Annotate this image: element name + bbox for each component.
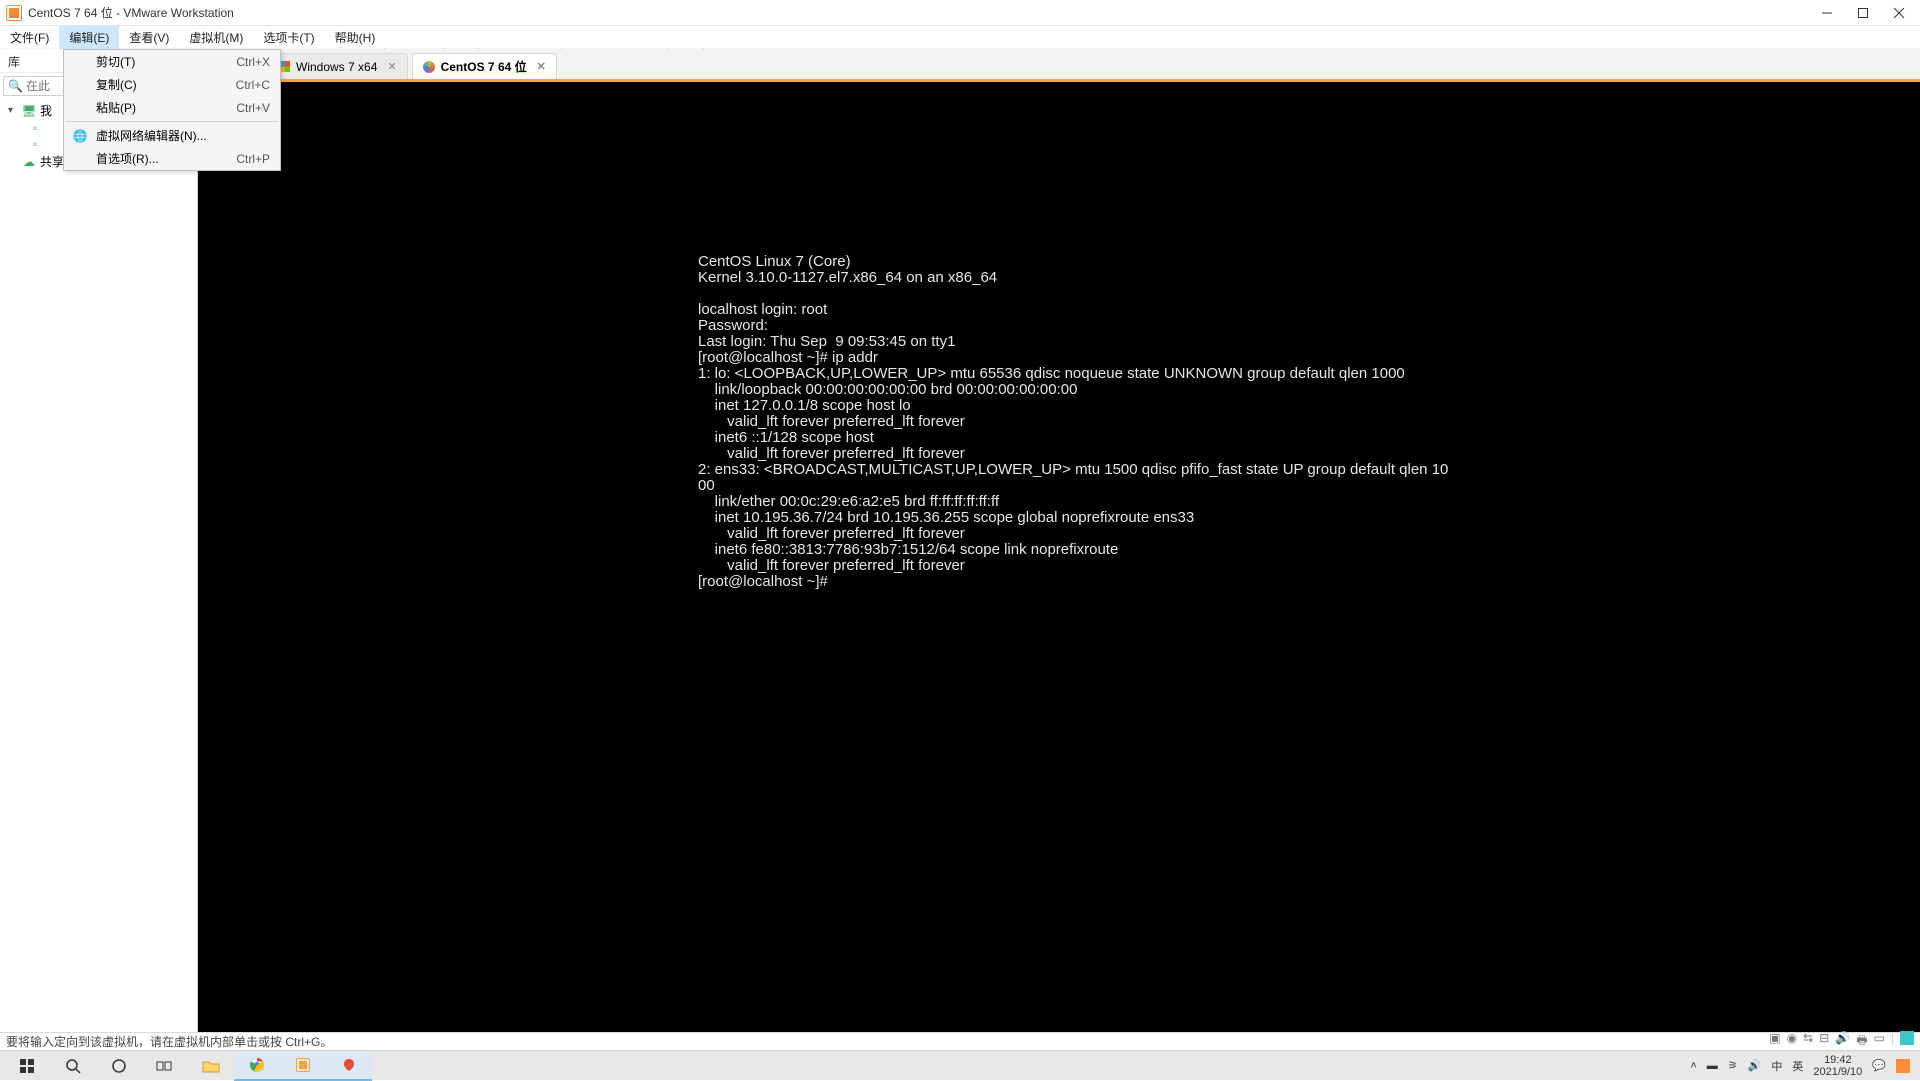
vm-tabstrip: Windows 7 x64 ✕ CentOS 7 64 位 ✕	[198, 49, 1920, 82]
menu-vm[interactable]: 虚拟机(M)	[179, 26, 253, 49]
window-title: CentOS 7 64 位 - VMware Workstation	[28, 4, 234, 21]
tab-centos[interactable]: CentOS 7 64 位 ✕	[412, 53, 557, 79]
tree-collapse-icon: ▾	[8, 105, 18, 116]
menu-item-vnet-editor[interactable]: 🌐 虚拟网络编辑器(N)...	[64, 124, 280, 147]
window-titlebar: CentOS 7 64 位 - VMware Workstation	[0, 0, 1920, 26]
content-area: Windows 7 x64 ✕ CentOS 7 64 位 ✕ CentOS L…	[198, 49, 1920, 1032]
window-minimize-button[interactable]	[1820, 6, 1834, 20]
tray-time: 19:42	[1813, 1054, 1862, 1066]
menu-item-copy[interactable]: 复制(C) Ctrl+C	[64, 73, 280, 96]
tray-ime-zh[interactable]: 中	[1771, 1058, 1782, 1074]
tab-centos-label: CentOS 7 64 位	[441, 58, 527, 75]
centos-logo-icon	[423, 61, 435, 73]
menu-item-paste-shortcut: Ctrl+V	[236, 101, 270, 115]
menu-item-copy-shortcut: Ctrl+C	[236, 78, 270, 92]
menu-item-paste-label: 粘贴(P)	[96, 99, 136, 116]
taskbar-explorer-button[interactable]	[188, 1051, 234, 1081]
system-tray: ˄ ▬ ⚞ 🔊 中 英 19:42 2021/9/10 💬	[1690, 1054, 1916, 1078]
menu-item-copy-label: 复制(C)	[96, 76, 137, 93]
vm-icon: ▫	[28, 121, 42, 135]
menu-item-vnet-label: 虚拟网络编辑器(N)...	[96, 127, 207, 144]
tree-root-label: 我	[40, 102, 52, 119]
tray-clock[interactable]: 19:42 2021/9/10	[1813, 1054, 1862, 1078]
menu-item-paste[interactable]: 粘贴(P) Ctrl+V	[64, 96, 280, 119]
statusbar-separator: |	[1891, 1031, 1894, 1052]
menu-item-cut-shortcut: Ctrl+X	[236, 55, 270, 69]
taskbar-search-button[interactable]	[50, 1051, 96, 1081]
menu-edit[interactable]: 编辑(E)	[59, 26, 119, 49]
tab-windows7[interactable]: Windows 7 x64 ✕	[268, 53, 408, 79]
tray-date: 2021/9/10	[1813, 1066, 1862, 1078]
menu-separator	[66, 121, 278, 122]
device-cd-icon[interactable]: ◉	[1787, 1031, 1797, 1052]
sidebar: 库 🔍 ▾ 🖥 我 ▫ ▫ ☁ 共享的虚拟机	[0, 49, 198, 1032]
menu-item-preferences[interactable]: 首选项(R)... Ctrl+P	[64, 147, 280, 170]
menu-file[interactable]: 文件(F)	[0, 26, 59, 49]
vm-status-indicator[interactable]	[1900, 1031, 1914, 1045]
tray-volume-icon[interactable]: 🔊	[1748, 1059, 1762, 1072]
task-view-button[interactable]	[142, 1051, 188, 1081]
device-display-icon[interactable]: ▭	[1874, 1031, 1885, 1052]
statusbar-text: 要将输入定向到该虚拟机，请在虚拟机内部单击或按 Ctrl+G。	[6, 1033, 332, 1050]
taskbar-vmware-button[interactable]	[280, 1051, 326, 1081]
tray-battery-icon[interactable]: ▬	[1707, 1060, 1718, 1072]
menu-item-prefs-shortcut: Ctrl+P	[236, 152, 270, 166]
edit-menu-dropdown: 剪切(T) Ctrl+X 复制(C) Ctrl+C 粘贴(P) Ctrl+V 🌐…	[63, 49, 281, 171]
statusbar-device-icons: ▣ ◉ ⇆ ⊟ 🔊 🖶 ▭ |	[1769, 1031, 1914, 1052]
menu-view[interactable]: 查看(V)	[119, 26, 179, 49]
menu-tabs[interactable]: 选项卡(T)	[253, 26, 324, 49]
menu-help[interactable]: 帮助(H)	[325, 26, 386, 49]
vmware-app-icon	[6, 5, 22, 21]
taskbar-app-button[interactable]	[326, 1051, 372, 1081]
menu-item-prefs-label: 首选项(R)...	[96, 150, 159, 167]
shared-icon: ☁	[22, 155, 36, 169]
device-network-icon[interactable]: ⇆	[1803, 1031, 1813, 1052]
tray-notifications-icon[interactable]: 💬	[1872, 1059, 1886, 1072]
computer-icon: 🖥	[22, 104, 36, 118]
window-close-button[interactable]	[1892, 6, 1906, 20]
device-hdd-icon[interactable]: ▣	[1769, 1031, 1780, 1052]
device-usb-icon[interactable]: ⊟	[1819, 1031, 1829, 1052]
tab-close-icon[interactable]: ✕	[387, 60, 396, 73]
tray-extra-indicator[interactable]	[1896, 1059, 1910, 1073]
device-sound-icon[interactable]: 🔊	[1835, 1031, 1850, 1052]
vmware-statusbar: 要将输入定向到该虚拟机，请在虚拟机内部单击或按 Ctrl+G。 ▣ ◉ ⇆ ⊟ …	[0, 1032, 1920, 1050]
window-maximize-button[interactable]	[1856, 6, 1870, 20]
menubar: 文件(F) 编辑(E) 查看(V) 虚拟机(M) 选项卡(T) 帮助(H)	[0, 26, 1920, 48]
cortana-button[interactable]	[96, 1051, 142, 1081]
menu-item-cut[interactable]: 剪切(T) Ctrl+X	[64, 50, 280, 73]
windows-taskbar: ˄ ▬ ⚞ 🔊 中 英 19:42 2021/9/10 💬	[0, 1050, 1920, 1080]
taskbar-chrome-button[interactable]	[234, 1051, 280, 1081]
menu-item-cut-label: 剪切(T)	[96, 53, 135, 70]
vm-console[interactable]: CentOS Linux 7 (Core) Kernel 3.10.0-1127…	[198, 82, 1920, 1032]
tab-windows7-label: Windows 7 x64	[296, 60, 377, 74]
tray-chevron-icon[interactable]: ˄	[1690, 1060, 1696, 1072]
tab-close-icon[interactable]: ✕	[537, 60, 546, 73]
vm-icon: ▫	[28, 137, 42, 151]
tray-ime-en[interactable]: 英	[1792, 1058, 1803, 1074]
network-icon: 🌐	[72, 128, 88, 144]
start-button[interactable]	[4, 1051, 50, 1081]
device-printer-icon[interactable]: 🖶	[1856, 1031, 1867, 1052]
search-icon: 🔍	[8, 79, 23, 93]
tray-wifi-icon[interactable]: ⚞	[1728, 1059, 1738, 1072]
